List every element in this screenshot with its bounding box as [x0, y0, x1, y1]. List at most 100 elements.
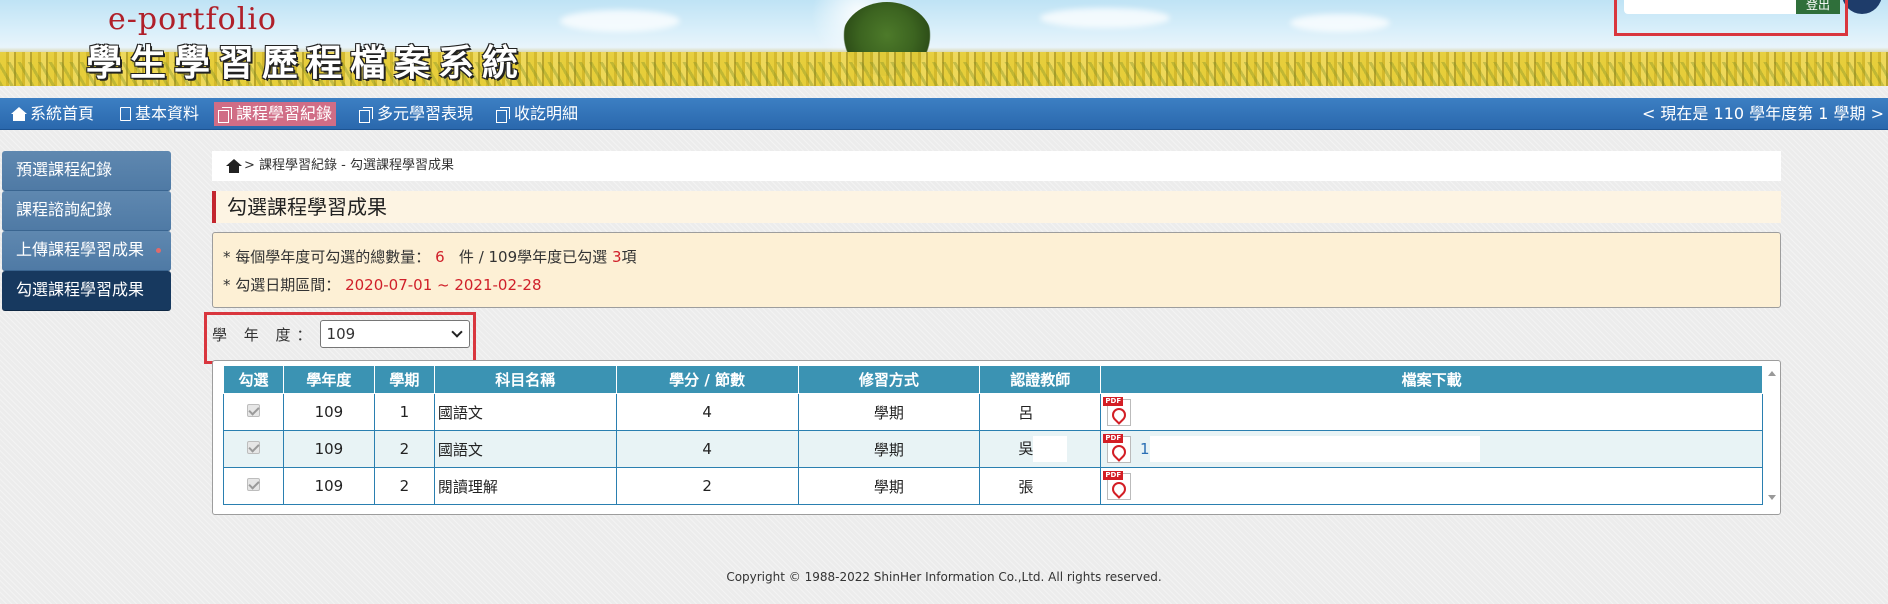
- select-cell: [223, 467, 284, 505]
- home-icon: [11, 107, 27, 121]
- year-select-value: 109: [326, 325, 356, 343]
- row-checkbox[interactable]: [246, 478, 260, 491]
- sidebar-item-select-results[interactable]: 勾選課程學習成果: [2, 271, 171, 311]
- copyright: Copyright © 1988-2022 ShinHer Informatio…: [726, 570, 1162, 584]
- brand-title: 學生學習歷程檔案系統: [86, 42, 527, 84]
- notice-line-quota: * 每個學年度可勾選的總數量： 6 件 / 109學年度已勾選 3項: [223, 243, 1780, 271]
- nav-item-label: 收訖明細: [514, 104, 579, 123]
- sidebar-item-label: 上傳課程學習成果: [16, 240, 145, 259]
- quota-total: 6: [435, 248, 445, 266]
- banner-cloud: [560, 10, 680, 32]
- notice-text: 項: [621, 248, 637, 266]
- notification-dot: [156, 248, 161, 253]
- nav-item-diverse-learning[interactable]: 多元學習表現: [355, 102, 477, 126]
- select-cell: [223, 393, 284, 431]
- credits-cell: 2: [615, 467, 799, 505]
- sidebar-item-preselect-courses[interactable]: 預選課程紀錄: [2, 151, 171, 191]
- pdf-icon[interactable]: PDF: [1103, 471, 1133, 501]
- file-link[interactable]: 1: [1140, 440, 1150, 458]
- year-select[interactable]: 109: [319, 320, 470, 348]
- table-header-row: 勾選 學年度 學期 科目名稱 學分 / 節數 修習方式 認證教師 檔案下載: [223, 365, 1763, 394]
- nav-item-profile[interactable]: 基本資料: [116, 102, 203, 126]
- method-cell: 學期: [797, 467, 981, 505]
- credits-cell: 4: [615, 430, 799, 468]
- year-cell: 109: [282, 430, 375, 468]
- select-cell: [223, 430, 284, 468]
- scroll-up-arrow[interactable]: [1768, 371, 1776, 376]
- credits-cell: 4: [615, 393, 799, 431]
- date-range: 2020-07-01 ~ 2021-02-28: [345, 276, 542, 294]
- document-icon: [120, 107, 131, 121]
- teacher-name: 張: [1018, 477, 1034, 496]
- nav-item-label: 系統首頁: [30, 104, 95, 123]
- page-title: 勾選課程學習成果: [227, 195, 387, 219]
- term-cell: 2: [373, 467, 435, 505]
- column-header: 學期: [373, 365, 435, 394]
- redaction-mask: [1149, 436, 1480, 462]
- year-cell: 109: [282, 393, 375, 431]
- notice-box: * 每個學年度可勾選的總數量： 6 件 / 109學年度已勾選 3項 * 勾選日…: [212, 232, 1781, 308]
- row-checkbox[interactable]: [246, 404, 260, 417]
- year-cell: 109: [282, 467, 375, 505]
- notice-text: * 每個學年度可勾選的總數量：: [223, 248, 431, 266]
- sidebar-item-upload-results[interactable]: 上傳課程學習成果: [2, 231, 171, 271]
- nav-item-receipts[interactable]: 收訖明細: [492, 102, 582, 126]
- teacher-cell: 呂: [979, 393, 1102, 431]
- notice-line-date-range: * 勾選日期區間： 2020-07-01 ~ 2021-02-28: [223, 271, 1780, 299]
- nav-item-home[interactable]: 系統首頁: [8, 102, 98, 126]
- redaction-mask: [1033, 436, 1068, 462]
- banner-cloud: [1040, 8, 1170, 28]
- teacher-cell: 張: [979, 467, 1102, 505]
- banner-cloud: [1290, 14, 1390, 32]
- pdf-icon[interactable]: PDF: [1103, 434, 1133, 464]
- teacher-cell: 吳: [979, 430, 1102, 468]
- copy-icon: [496, 107, 510, 123]
- column-header: 檔案下載: [1100, 365, 1763, 394]
- pdf-icon[interactable]: PDF: [1103, 397, 1133, 427]
- table-row: 109 2 國語文 4 學期 吳 PDF 1: [223, 430, 1763, 468]
- nav-item-label: 基本資料: [135, 104, 200, 123]
- brand-english: e-portfolio: [108, 2, 277, 37]
- column-header: 科目名稱: [433, 365, 617, 394]
- copy-icon: [218, 107, 232, 123]
- logout-highlight: [1614, 0, 1848, 36]
- year-filter: 學 年 度： 109: [212, 320, 470, 348]
- breadcrumb-text: > 課程學習紀錄 - 勾選課程學習成果: [244, 158, 454, 173]
- current-term: < 現在是 110 學年度第 1 學期 >: [1641, 104, 1884, 123]
- table-row: 109 2 閱讀理解 2 學期 張 PDF: [223, 467, 1763, 505]
- notice-text: 件 / 109學年度已勾選: [458, 248, 608, 266]
- nav-item-label: 多元學習表現: [377, 104, 474, 123]
- row-checkbox[interactable]: [246, 441, 260, 454]
- file-cell: PDF 1: [1100, 430, 1763, 468]
- nav-item-course-records[interactable]: 課程學習紀錄: [214, 102, 337, 126]
- column-header: 勾選: [223, 365, 284, 394]
- sidebar-item-course-consultation[interactable]: 課程諮詢紀錄: [2, 191, 171, 231]
- subject-cell: 閱讀理解: [433, 467, 617, 505]
- scroll-down-arrow[interactable]: [1768, 495, 1776, 500]
- term-cell: 1: [373, 393, 435, 431]
- teacher-name: 吳: [1018, 439, 1034, 458]
- page-title-bar: [212, 191, 1781, 223]
- column-header: 學分 / 節數: [615, 365, 799, 394]
- nav-item-label: 課程學習紀錄: [236, 104, 333, 123]
- column-header: 認證教師: [979, 365, 1102, 394]
- home-icon[interactable]: [226, 159, 242, 173]
- file-cell: PDF: [1100, 393, 1763, 431]
- subject-cell: 國語文: [433, 393, 617, 431]
- method-cell: 學期: [797, 430, 981, 468]
- file-cell: PDF: [1100, 467, 1763, 505]
- copy-icon: [359, 107, 373, 123]
- column-header: 修習方式: [797, 365, 981, 394]
- term-cell: 2: [373, 430, 435, 468]
- breadcrumb: > 課程學習紀錄 - 勾選課程學習成果: [212, 151, 1781, 181]
- method-cell: 學期: [797, 393, 981, 431]
- results-table: 勾選 學年度 學期 科目名稱 學分 / 節數 修習方式 認證教師 檔案下載 10…: [223, 365, 1763, 505]
- chevron-down-icon: [450, 326, 463, 338]
- main-nav: 系統首頁 基本資料 課程學習紀錄 多元學習表現 收訖明細 < 現在是 110 學…: [0, 98, 1888, 130]
- sidebar: 預選課程紀錄 課程諮詢紀錄 上傳課程學習成果 勾選課程學習成果: [2, 151, 171, 311]
- column-header: 學年度: [282, 365, 375, 394]
- notice-text: * 勾選日期區間：: [223, 276, 341, 294]
- results-table-container: 勾選 學年度 學期 科目名稱 學分 / 節數 修習方式 認證教師 檔案下載 10…: [212, 360, 1781, 515]
- table-row: 109 1 國語文 4 學期 呂 PDF: [223, 393, 1763, 431]
- subject-cell: 國語文: [433, 430, 617, 468]
